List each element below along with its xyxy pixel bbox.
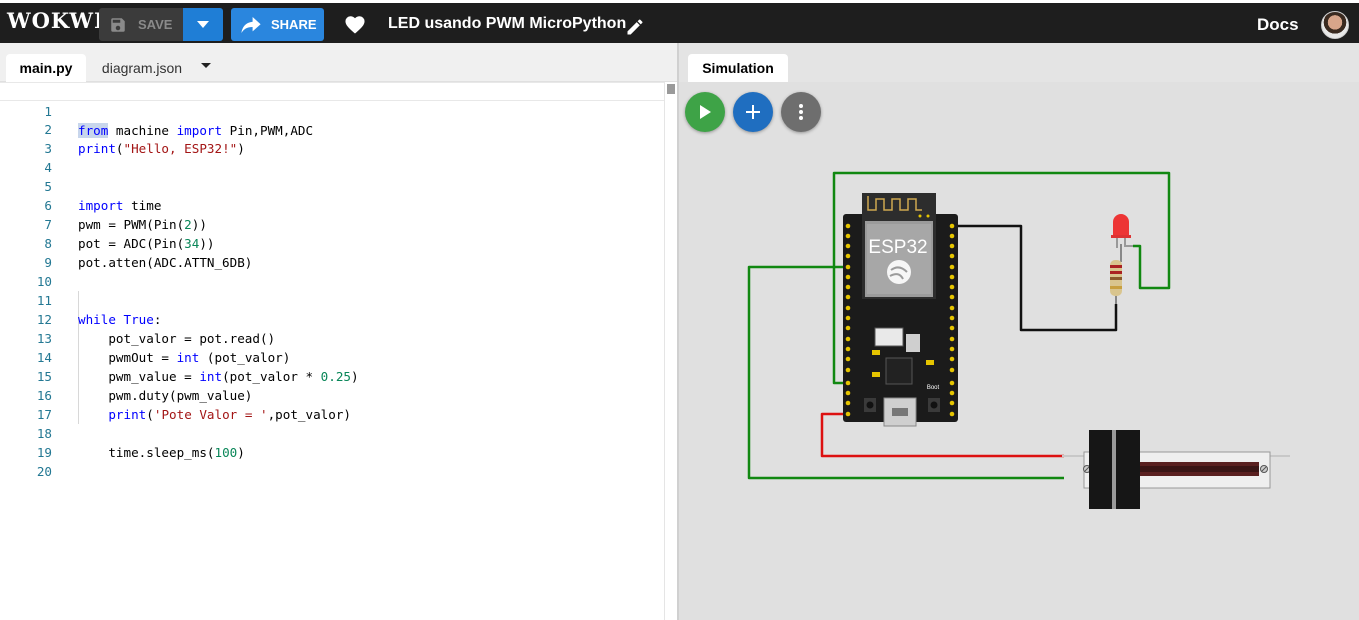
code-line[interactable]: 2 print("Hello, ESP32!")	[0, 101, 664, 156]
tab-main-py[interactable]: main.py	[6, 54, 86, 82]
editor-scroll-thumb[interactable]	[667, 84, 675, 94]
editor-pane: main.py diagram.json 1 from machine impo…	[0, 43, 678, 620]
editor-scrollbar[interactable]	[664, 82, 678, 620]
code-line[interactable]: 6 pwm = PWM(Pin(2))	[0, 177, 664, 232]
circuit-diagram: ESP32 Boot	[747, 171, 1290, 509]
code-line[interactable]: 11 while True:	[0, 272, 664, 327]
code-line[interactable]: 13 pwmOut = int (pot_valor)	[0, 310, 664, 365]
code-line[interactable]: 15 pwm.duty(pwm_value)	[0, 348, 664, 403]
code-line[interactable]: 17	[0, 386, 664, 422]
code-line[interactable]: 19	[0, 424, 664, 460]
code-line[interactable]: 8 pot.atten(ADC.ATTN_6DB)	[0, 215, 664, 270]
code-line[interactable]: 3	[0, 120, 664, 156]
code-line[interactable]: 16 print('Pote Valor = ',pot_valor)	[0, 367, 664, 422]
edit-pencil-icon[interactable]	[625, 17, 645, 37]
save-button[interactable]: SAVE	[99, 8, 183, 41]
save-label: SAVE	[138, 17, 173, 32]
share-arrow-icon	[241, 16, 261, 33]
save-options-dropdown[interactable]	[183, 8, 223, 41]
boot-label: Boot	[927, 385, 940, 391]
tabs-dropdown-icon[interactable]	[201, 63, 211, 68]
tab-diagram-json[interactable]: diagram.json	[92, 54, 192, 82]
slide-potentiometer[interactable]	[1062, 430, 1290, 509]
project-title: LED usando PWM MicroPython	[388, 15, 627, 32]
code-line[interactable]: 9	[0, 234, 664, 270]
red-led[interactable]	[1111, 214, 1133, 248]
line-number: 20	[36, 464, 52, 479]
user-avatar[interactable]	[1321, 11, 1349, 39]
share-label: SHARE	[271, 17, 317, 32]
code-line[interactable]: 7 pot = ADC(Pin(34))	[0, 196, 664, 251]
code-line[interactable]: 18 time.sleep_ms(100)	[0, 405, 664, 460]
tab-simulation[interactable]: Simulation	[688, 54, 788, 82]
docs-link[interactable]: Docs	[1257, 15, 1299, 35]
resistor[interactable]	[1110, 260, 1122, 296]
esp32-board[interactable]: ESP32 Boot	[843, 193, 958, 427]
editor-tab-bar: main.py diagram.json	[0, 43, 678, 82]
wokwi-logo[interactable]: WOKWI	[7, 8, 105, 33]
code-line[interactable]: 12 pot_valor = pot.read()	[0, 291, 664, 346]
code-editor[interactable]: 1 from machine import Pin,PWM,ADC 2 prin…	[0, 82, 664, 620]
top-bar: WOKWI SAVE SHARE LED usando PWM MicroPyt…	[0, 0, 1359, 43]
floppy-disk-icon	[111, 17, 125, 32]
code-line[interactable]: 10	[0, 253, 664, 289]
esp32-label: ESP32	[868, 237, 927, 258]
code-line[interactable]: 20	[0, 443, 664, 479]
code-line[interactable]: 4	[0, 139, 664, 175]
share-button[interactable]: SHARE	[231, 8, 324, 41]
caret-down-icon	[197, 20, 209, 28]
code-line[interactable]: 14 pwm_value = int(pot_valor * 0.25)	[0, 329, 664, 384]
heart-icon[interactable]	[344, 14, 366, 34]
wire-black	[951, 224, 1118, 332]
code-line[interactable]: 1 from machine import Pin,PWM,ADC	[0, 82, 664, 138]
code-line[interactable]: 5 import time	[0, 158, 664, 213]
